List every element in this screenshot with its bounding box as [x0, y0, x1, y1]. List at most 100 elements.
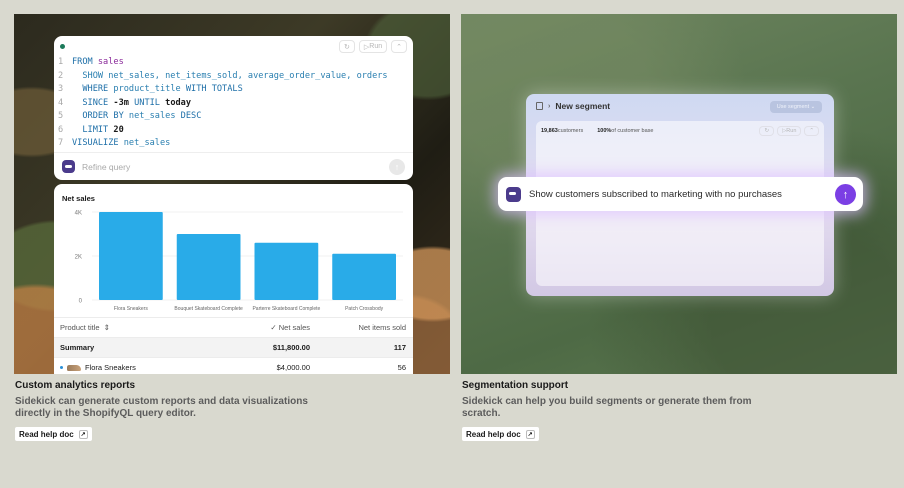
editor-toolbar: ↻ ▷ Run ⌃: [54, 36, 413, 56]
code-token: net_sales: [123, 138, 171, 148]
code-line: 2 SHOW net_sales, net_items_sold, averag…: [58, 70, 413, 84]
line-number: 4: [58, 97, 64, 108]
col-net-items-sold[interactable]: Net items sold: [358, 323, 406, 332]
line-number: 5: [58, 111, 64, 121]
code-token: SINCE: [72, 97, 114, 108]
bar: [176, 234, 241, 300]
bar: [332, 253, 397, 300]
summary-net-sales: $11,800.00: [272, 343, 310, 352]
line-number: 3: [58, 84, 64, 94]
y-tick-label: 2K: [75, 255, 82, 261]
row-product: Flora Sneakers: [85, 363, 136, 372]
external-link-icon: ↗: [525, 429, 535, 439]
line-number: 2: [58, 70, 64, 81]
code-token: product_title: [113, 84, 186, 94]
query-editor[interactable]: ↻ ▷ Run ⌃ 1 FROM sales 2 SHOW net_sales, n…: [54, 36, 413, 180]
bar: [98, 212, 163, 300]
sidekick-icon: [506, 186, 521, 202]
x-tick-label: Bouquet Skateboard Complete: [174, 306, 243, 312]
code-line: 4 SINCE -3m UNTIL today: [58, 97, 413, 111]
segmentation-caption: Segmentation support Sidekick can help y…: [462, 380, 792, 420]
code-token: FROM: [72, 57, 98, 67]
segment-run-label: Run: [786, 128, 797, 134]
row-net-sales: $4,000.00: [276, 363, 310, 372]
analytics-caption: Custom analytics reports Sidekick can ge…: [15, 380, 345, 420]
code-token: ORDER BY: [72, 111, 129, 121]
code-token: DESC: [180, 111, 202, 121]
collapse-icon[interactable]: ⌃: [804, 126, 819, 136]
table-header: Product title ⇕ ✓ Net sales Net items sol…: [54, 317, 413, 337]
caption-desc: Sidekick can generate custom reports and…: [15, 396, 308, 419]
x-tick-label: Flora Sneakers: [114, 306, 148, 312]
help-label: Read help doc: [19, 429, 74, 439]
line-number: 7: [58, 138, 64, 148]
customers-label: customers: [557, 128, 584, 134]
code-token: VISUALIZE: [72, 138, 124, 148]
bar: [254, 242, 319, 300]
product-thumbnail: [67, 364, 81, 371]
chart-title: Net sales: [62, 194, 95, 203]
refresh-icon[interactable]: ↻: [759, 126, 775, 136]
code-line: 6 LIMIT 20: [58, 124, 413, 138]
col-net-sales[interactable]: Net sales: [279, 323, 310, 332]
x-tick-label: Parterre Skateboard Complete: [252, 306, 320, 312]
segment-title: New segment: [555, 101, 611, 111]
sidekick-prompt[interactable]: Show customers subscribed to marketing w…: [498, 177, 863, 211]
sidekick-icon: [62, 160, 75, 173]
read-help-doc-link[interactable]: Read help doc ↗: [462, 427, 539, 441]
x-tick-label: Patch Crossbody: [345, 306, 384, 312]
refresh-icon[interactable]: ↻: [339, 40, 355, 53]
code-token: 20: [113, 124, 124, 135]
code-token: net_sales: [128, 111, 181, 121]
y-tick-label: 0: [79, 299, 83, 305]
pct-label: of customer base: [611, 128, 654, 134]
check-icon: ✓: [270, 323, 277, 332]
caption-title: Custom analytics reports: [15, 380, 136, 391]
caption-desc: Sidekick can help you build segments or …: [462, 396, 752, 419]
read-help-doc-link[interactable]: Read help doc ↗: [15, 427, 92, 441]
line-number: 6: [58, 124, 64, 135]
table-row[interactable]: Flora Sneakers $4,000.00 56: [54, 357, 413, 374]
sort-icon[interactable]: ⇕: [104, 323, 110, 332]
external-link-icon: ↗: [78, 429, 88, 439]
use-segment-button[interactable]: Use segment ⌄: [770, 101, 822, 113]
document-icon: [536, 102, 543, 110]
segmentation-card: › New segment Use segment ⌄ 19,863custom…: [461, 14, 897, 374]
code-token: SHOW net_sales, net_items_sold, average_…: [72, 70, 388, 81]
code-token: WITH TOTALS: [185, 84, 243, 94]
chevron-right-icon: ›: [548, 102, 551, 110]
run-label: Run: [369, 43, 383, 50]
status-dot: [60, 44, 65, 49]
segment-stats: 19,863customers 100%of customer base: [541, 128, 653, 134]
prompt-input[interactable]: Show customers subscribed to marketing w…: [529, 189, 782, 200]
results-table: Product title ⇕ ✓ Net sales Net items sol…: [54, 317, 413, 374]
code-line: 7 VISUALIZE net_sales: [58, 137, 413, 151]
code-token: LIMIT: [72, 124, 114, 135]
use-segment-label: Use segment: [776, 104, 810, 110]
caption-title: Segmentation support: [462, 380, 569, 391]
run-button[interactable]: ▷ Run: [358, 40, 388, 53]
code-line: 5 ORDER BY net_sales DESC: [58, 110, 413, 124]
col-product-title[interactable]: Product title: [60, 323, 100, 332]
code-token: -3m: [113, 97, 135, 108]
line-number: 1: [58, 57, 64, 67]
segment-run-button[interactable]: ▷ Run: [777, 126, 802, 136]
help-label: Read help doc: [466, 429, 521, 439]
refine-bar[interactable]: Refine query ↑: [54, 152, 413, 180]
code-line: 3 WHERE product_title WITH TOTALS: [58, 83, 413, 97]
code-line: 1 FROM sales: [58, 56, 413, 70]
row-items: 56: [397, 363, 406, 372]
send-icon[interactable]: ↑: [835, 184, 856, 205]
summary-label: Summary: [60, 343, 95, 352]
chart-card: Net sales 0 2K 4K Flora Sneakers Bouquet Ska…: [54, 184, 413, 374]
segment-header: › New segment: [536, 101, 610, 111]
refine-input[interactable]: Refine query: [82, 162, 130, 172]
code-block[interactable]: 1 FROM sales 2 SHOW net_sales, net_items_s…: [54, 56, 413, 151]
summary-items: 117: [393, 343, 406, 352]
customer-pct: 100%: [597, 128, 612, 134]
summary-row: Summary $11,800.00 117: [54, 337, 413, 357]
code-token: WHERE: [72, 84, 114, 94]
collapse-icon[interactable]: ⌃: [391, 40, 407, 53]
code-token: sales: [97, 57, 124, 67]
send-icon[interactable]: ↑: [389, 159, 405, 175]
